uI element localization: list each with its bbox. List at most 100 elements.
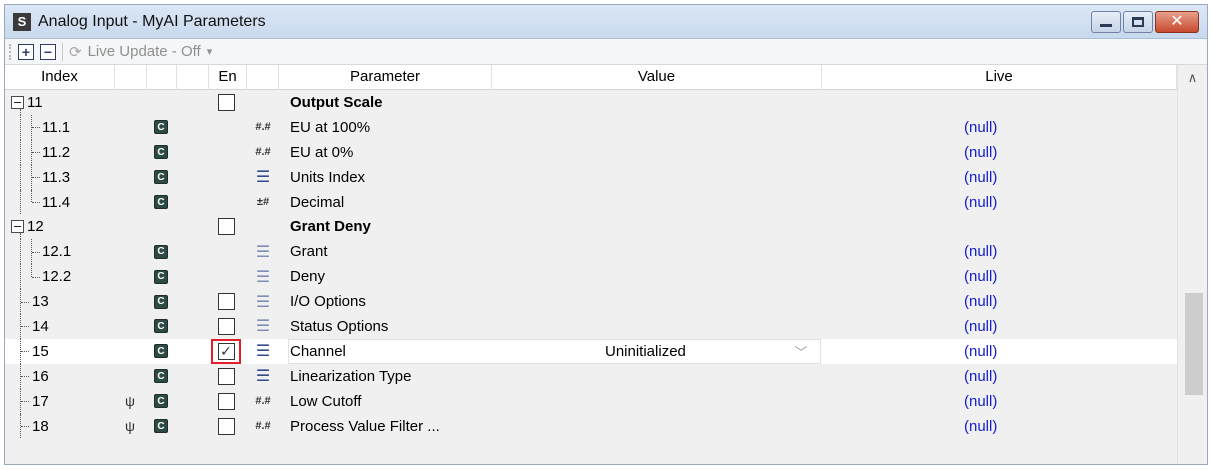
- row-index: 18: [32, 417, 49, 435]
- tree-connector: 15: [5, 338, 115, 364]
- parameters-window: S Analog Input - MyAI Parameters ✕ + − ⟳…: [4, 4, 1208, 465]
- lock-icon: ψ: [125, 418, 135, 435]
- live-value: (null): [964, 143, 998, 161]
- collapse-toggle-icon[interactable]: [11, 220, 24, 234]
- enable-checkbox[interactable]: [217, 218, 235, 236]
- enable-cell: [217, 314, 235, 339]
- parameter-name: Channel: [290, 342, 346, 360]
- column-header-badge[interactable]: [147, 65, 177, 90]
- collapse-toggle-icon[interactable]: [11, 96, 24, 109]
- table-row[interactable]: 12.2 C ☰ Deny (null): [5, 264, 1177, 290]
- chevron-down-icon[interactable]: ▾: [207, 45, 213, 58]
- enum-type-icon: ☰: [255, 293, 271, 311]
- column-header-live[interactable]: Live: [822, 65, 1177, 90]
- enable-cell: [217, 289, 235, 314]
- enable-checkbox[interactable]: [217, 293, 235, 311]
- scroll-thumb[interactable]: [1185, 293, 1203, 395]
- minimize-button[interactable]: [1091, 10, 1121, 33]
- config-icon: C: [154, 419, 168, 434]
- live-value: (null): [964, 342, 998, 360]
- table-row[interactable]: 11.1 C #.# EU at 100% (null): [5, 114, 1177, 140]
- enum-type-icon: ☰: [255, 318, 271, 336]
- config-badge: C: [153, 165, 169, 190]
- toolbar-grip[interactable]: [9, 43, 12, 60]
- row-index: 11: [27, 93, 43, 111]
- parameter-name: Units Index: [290, 168, 366, 186]
- refresh-icon: ⟳: [69, 43, 82, 61]
- title-bar[interactable]: S Analog Input - MyAI Parameters ✕: [5, 5, 1207, 39]
- maximize-button[interactable]: [1123, 10, 1153, 33]
- table-row[interactable]: 17 ψ C #.# Low Cutoff (null): [5, 388, 1177, 414]
- parameter-name: I/O Options: [290, 293, 366, 311]
- toolbar: + − ⟳ Live Update - Off ▾: [5, 39, 1207, 65]
- config-icon: C: [154, 120, 168, 135]
- enable-cell: [217, 214, 235, 239]
- numeric-type-icon: #.#: [255, 395, 271, 408]
- tree-connector: 11.4: [5, 189, 115, 215]
- minimize-icon: [1100, 24, 1112, 27]
- enable-checkbox[interactable]: [217, 367, 235, 385]
- row-index: 11.1: [42, 118, 71, 136]
- tree-connector: 12: [5, 214, 115, 240]
- scroll-up-icon[interactable]: ∧: [1178, 65, 1207, 90]
- enum-type-icon: ☰: [255, 169, 271, 187]
- table-row[interactable]: 12 Grant Deny: [5, 214, 1177, 240]
- enable-checkbox[interactable]: [217, 317, 235, 335]
- config-icon: C: [154, 344, 168, 359]
- enable-checkbox[interactable]: [217, 93, 235, 111]
- grid-rows: 11 Output Scale 11.1 C #.# EU at 100% (null) 11…: [5, 90, 1177, 439]
- enum-type-icon: ☰: [255, 343, 271, 361]
- column-header-type[interactable]: [247, 65, 279, 90]
- tree-connector: 13: [5, 289, 115, 315]
- expand-all-button[interactable]: +: [18, 43, 34, 60]
- table-row[interactable]: 15 C ☰ Channel Uninitialized ﹀ (null): [5, 338, 1177, 364]
- table-row[interactable]: 13 C ☰ I/O Options (null): [5, 289, 1177, 315]
- config-icon: C: [154, 244, 168, 259]
- row-index: 16: [32, 367, 49, 385]
- close-button[interactable]: ✕: [1155, 10, 1199, 33]
- column-header-value[interactable]: Value: [492, 65, 822, 90]
- column-header-en[interactable]: En: [209, 65, 247, 90]
- enable-cell: [217, 364, 235, 389]
- table-row[interactable]: 18 ψ C #.# Process Value Filter ... (null): [5, 413, 1177, 439]
- parameter-name: Linearization Type: [290, 367, 412, 385]
- lock-icon: ψ: [125, 393, 135, 410]
- live-update-dropdown[interactable]: Live Update - Off: [88, 43, 201, 60]
- tree-connector: 11.2: [5, 139, 115, 165]
- column-header-lock[interactable]: [115, 65, 147, 90]
- parameter-name: Grant Deny: [290, 218, 371, 236]
- window-title: Analog Input - MyAI Parameters: [38, 12, 266, 30]
- enable-checkbox[interactable]: [217, 392, 235, 410]
- column-header-parameter[interactable]: Parameter: [279, 65, 492, 90]
- tree-connector: 12.1: [5, 239, 115, 265]
- toolbar-separator: [62, 42, 63, 61]
- table-row[interactable]: 11.3 C ☰ Units Index (null): [5, 164, 1177, 190]
- chevron-down-icon[interactable]: ﹀: [791, 339, 811, 364]
- table-row[interactable]: 12.1 C ☰ Grant (null): [5, 239, 1177, 265]
- app-logo-icon: S: [13, 12, 31, 31]
- tree-connector: 11.1: [5, 114, 115, 140]
- column-header-index[interactable]: Index: [5, 65, 115, 90]
- config-badge: C: [153, 414, 169, 439]
- config-badge: C: [153, 264, 169, 289]
- table-row[interactable]: 11.4 C ±# Decimal (null): [5, 189, 1177, 215]
- value-select[interactable]: Uninitialized: [605, 339, 725, 364]
- table-row[interactable]: 11.2 C #.# EU at 0% (null): [5, 139, 1177, 165]
- vertical-scrollbar[interactable]: ∧: [1177, 65, 1207, 464]
- table-row[interactable]: 16 C ☰ Linearization Type (null): [5, 363, 1177, 389]
- column-header-blank[interactable]: [177, 65, 209, 90]
- config-icon: C: [154, 319, 168, 334]
- live-value: (null): [964, 317, 998, 335]
- enable-checkbox[interactable]: [217, 417, 235, 435]
- live-value: (null): [964, 293, 998, 311]
- tree-connector: 11: [5, 90, 115, 115]
- tree-connector: 11.3: [5, 164, 115, 190]
- collapse-all-button[interactable]: −: [40, 43, 56, 60]
- table-row[interactable]: 11 Output Scale: [5, 90, 1177, 115]
- config-badge: C: [153, 314, 169, 339]
- config-badge: C: [153, 190, 169, 215]
- row-index: 12: [27, 218, 44, 236]
- config-badge: C: [153, 239, 169, 264]
- window-controls: ✕: [1091, 10, 1199, 33]
- table-row[interactable]: 14 C ☰ Status Options (null): [5, 314, 1177, 339]
